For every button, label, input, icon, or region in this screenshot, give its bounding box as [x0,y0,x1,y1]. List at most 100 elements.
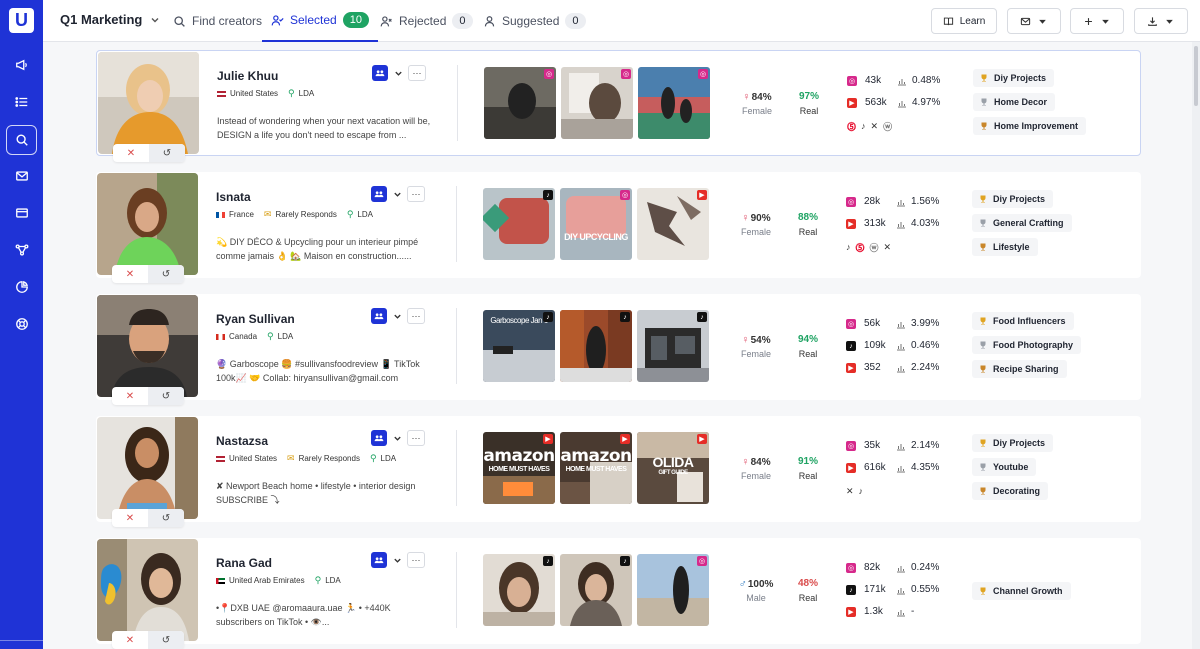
creator-row[interactable]: ✕ ↺ Isnata ··· France ✉ Rarely Responds ⚲… [96,172,1141,283]
post-thumbnail[interactable]: ♪ [560,310,632,382]
audience-real: 97% Real [798,91,819,116]
tab-rejected[interactable]: Rejected 0 [380,0,473,42]
sidebar-item-inbox[interactable] [0,160,43,192]
tab-find-creators[interactable]: Find creators [173,0,262,42]
undo-button[interactable]: ↺ [148,509,184,527]
book-icon [943,17,953,25]
campaign-selector[interactable]: Q1 Marketing [60,12,160,27]
post-thumbnail[interactable]: ◎ [561,67,633,139]
add-to-group-button[interactable] [371,552,387,568]
pinterest-icon[interactable]: ⓹ [847,120,856,133]
add-to-group-button[interactable] [371,308,387,324]
group-dropdown[interactable] [392,65,404,81]
creator-name[interactable]: Rana Gad [216,556,272,570]
other-platforms: ✕ ♪ [846,484,863,498]
x-icon[interactable]: ✕ [846,486,854,497]
flag-ae-icon [216,577,225,584]
sidebar-item-campaigns[interactable] [0,49,43,81]
undo-button[interactable]: ↺ [148,387,184,405]
female-icon: ♀ [741,212,750,224]
post-thumbnail[interactable]: OLIDA GIFT GUIDE ▶ [637,432,709,504]
post-thumbnail[interactable]: ▶ [637,188,709,260]
sidebar-item-analytics[interactable] [0,271,43,303]
app-logo[interactable]: U [9,8,34,33]
wordpress-icon[interactable]: ⓦ [883,120,892,133]
platform-stats: ◎ 28k 1.56% ▶ 313k 4.03% [846,194,956,238]
group-dropdown[interactable] [391,552,403,568]
undo-button[interactable]: ↺ [148,265,184,283]
scrollbar-track[interactable] [1192,42,1200,649]
post-thumbnail[interactable]: ◎ [484,67,556,139]
post-thumbnail[interactable]: ♪ [637,310,709,382]
post-thumbnail[interactable]: ◎ [637,554,709,626]
instagram-icon: ◎ [846,319,856,329]
more-button[interactable]: ··· [408,65,426,81]
add-to-group-button[interactable] [371,186,387,202]
creator-row[interactable]: ✕ ↺ Julie Khuu ··· United States ⚲ LDA In… [96,50,1141,162]
chevron-down-icon [393,558,401,563]
more-button[interactable]: ··· [407,186,425,202]
creator-row[interactable]: ✕ ↺ Rana Gad ··· United Arab Emirates ⚲ L… [96,538,1141,649]
country: United States [217,89,278,98]
creator-row[interactable]: ✕ ↺ Ryan Sullivan ··· Canada ⚲ LDA 🔮 Garb… [96,294,1141,405]
reject-button[interactable]: ✕ [112,631,148,649]
post-thumbnail[interactable]: amazon HOME MUST HAVES ▶ [483,432,555,504]
post-thumbnail[interactable]: ♪ [560,554,632,626]
group-dropdown[interactable] [391,308,403,324]
more-icon: ··· [412,68,422,78]
female-icon: ♀ [741,456,750,468]
more-button[interactable]: ··· [407,552,425,568]
creator-name[interactable]: Isnata [216,190,251,204]
creator-name[interactable]: Julie Khuu [217,69,278,83]
reject-button[interactable]: ✕ [112,265,148,283]
more-button[interactable]: ··· [407,430,425,446]
more-button[interactable]: ··· [407,308,425,324]
creator-name[interactable]: Nastazsa [216,434,268,448]
trophy-icon [981,74,987,82]
divider [456,552,457,628]
undo-button[interactable]: ↺ [148,631,184,649]
post-thumbnail[interactable]: amazon HOME MUST HAVES ▶ [560,432,632,504]
add-to-group-button[interactable] [371,430,387,446]
reject-button[interactable]: ✕ [113,144,149,162]
scrollbar-thumb[interactable] [1194,46,1198,106]
rejected-count: 0 [452,13,473,29]
group-dropdown[interactable] [391,430,403,446]
trophy-icon [980,243,986,251]
tab-suggested[interactable]: Suggested 0 [483,0,586,42]
audience-gender: ♀84% Female [740,456,771,481]
add-menu-button[interactable] [1070,8,1124,34]
reject-button[interactable]: ✕ [112,509,148,527]
tiktok-icon[interactable]: ♪ [859,486,864,496]
wordpress-icon[interactable]: ⓦ [870,241,879,254]
add-to-group-button[interactable] [372,65,388,81]
users-icon [375,70,385,77]
tab-selected[interactable]: Selected 10 [262,0,378,42]
export-menu-button[interactable] [1134,8,1188,34]
post-thumbnail[interactable]: Garboscope Jan 6 ♪ [483,310,555,382]
x-icon[interactable]: ✕ [884,242,892,253]
reject-button[interactable]: ✕ [112,387,148,405]
youtube-icon: ▶ [846,463,856,473]
sidebar-item-payments[interactable] [0,197,43,229]
email-menu-button[interactable] [1007,8,1061,34]
sidebar-item-lists[interactable] [0,86,43,118]
bar-chart-icon [897,344,905,351]
post-thumbnail[interactable]: ◎ [638,67,710,139]
chevron-down-icon [393,436,401,441]
creator-name[interactable]: Ryan Sullivan [216,312,295,326]
sidebar-item-workflows[interactable] [0,234,43,266]
x-icon[interactable]: ✕ [871,121,879,132]
creator-row[interactable]: ✕ ↺ Nastazsa ··· United States ✉ Rarely R… [96,416,1141,527]
sidebar-item-search[interactable] [0,124,43,156]
post-thumbnail[interactable]: DIY UPCYCLING ◎ [560,188,632,260]
sidebar-item-support[interactable] [0,308,43,340]
tiktok-icon[interactable]: ♪ [861,121,866,131]
group-dropdown[interactable] [391,186,403,202]
post-thumbnail[interactable]: ♪ [483,554,555,626]
tiktok-icon[interactable]: ♪ [846,242,851,252]
post-thumbnail[interactable]: ♪ [483,188,555,260]
learn-button[interactable]: Learn [931,8,997,34]
undo-button[interactable]: ↺ [149,144,185,162]
pinterest-icon[interactable]: ⓹ [856,241,865,254]
